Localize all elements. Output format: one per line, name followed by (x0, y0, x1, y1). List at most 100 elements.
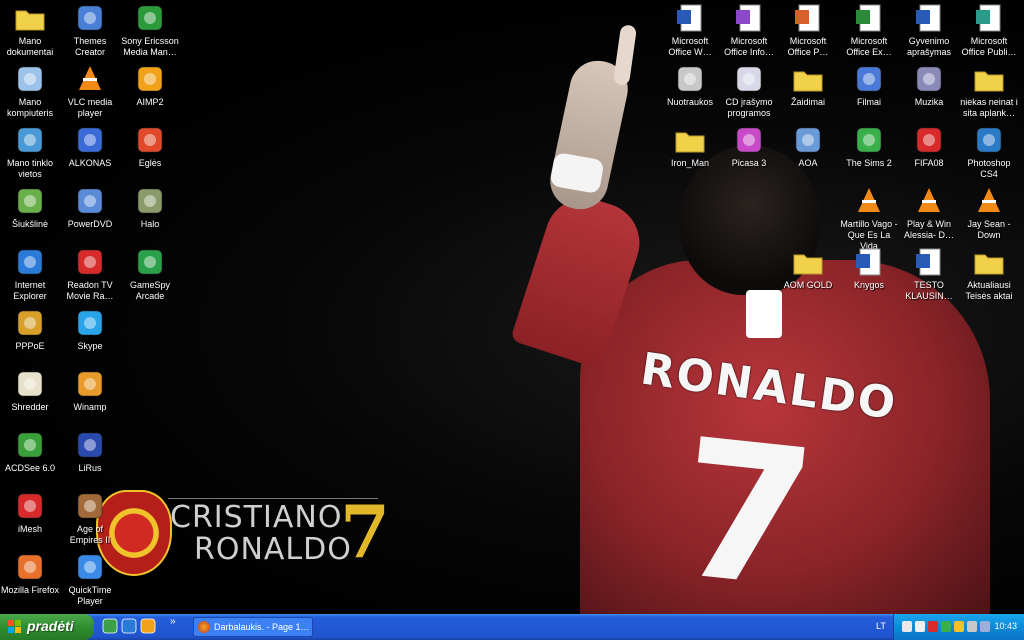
desktop-icon[interactable]: Knygos (839, 246, 899, 291)
desktop-icon[interactable]: Internet Explorer (0, 246, 60, 302)
desktop-icon[interactable]: TESTO KLAUSIN… (899, 246, 959, 302)
desktop-icon[interactable]: LiRus (60, 429, 120, 474)
desktop-icon[interactable]: Halo (120, 185, 180, 230)
desktop-icon[interactable]: Martillo Vago - Que Es La Vida (839, 185, 899, 252)
desktop-icon[interactable]: Mozilla Firefox (0, 551, 60, 596)
desktop-icon[interactable]: The Sims 2 (839, 124, 899, 169)
display-icon[interactable] (967, 621, 977, 632)
desktop[interactable]: RONALDO 7 CRISTIANO RONALDO 7 Mano dokum… (0, 0, 1024, 614)
desktop-icon[interactable]: Nuotraukos (660, 63, 720, 108)
desktop-icon[interactable]: Jay Sean - Down (959, 185, 1019, 241)
desktop-icon[interactable]: Photoshop CS4 (959, 124, 1019, 180)
gamespy-icon (134, 246, 166, 278)
desktop-icon[interactable]: Aktualiausi Teisės aktai (959, 246, 1019, 302)
desktop-icon[interactable]: Iron_Man (660, 124, 720, 169)
update-icon[interactable] (954, 621, 964, 632)
desktop-icon[interactable]: ACDSee 6.0 (0, 429, 60, 474)
desktop-icon[interactable]: Winamp (60, 368, 120, 413)
desktop-icon[interactable]: QuickTime Player (60, 551, 120, 607)
desktop-icon[interactable]: Filmai (839, 63, 899, 108)
camera-icon (674, 63, 706, 95)
desktop-icon[interactable]: Žaidimai (778, 63, 838, 108)
folder-icon (792, 63, 824, 95)
powerdvd-icon (74, 185, 106, 217)
desktop-icon[interactable]: Sony Ericsson Media Man… (120, 2, 180, 58)
desktop-icon[interactable]: niekas neinat i sita aplank… (959, 63, 1019, 119)
desktop-icon[interactable]: Gyvenimo aprašymas (899, 2, 959, 58)
word-document-icon (913, 2, 945, 34)
desktop-icon[interactable]: Shredder (0, 368, 60, 413)
desktop-icon[interactable]: VLC media player (60, 63, 120, 119)
quick-launch-more-button[interactable]: » (170, 616, 176, 627)
security-icon[interactable] (928, 621, 938, 632)
desktop-icon[interactable]: Skype (60, 307, 120, 352)
desktop-icon-label: GameSpy Arcade (129, 280, 171, 301)
desktop-icon[interactable]: Mano kompiuteris (0, 63, 60, 119)
desktop-icon-label: Muzika (914, 97, 944, 107)
desktop-icon-label: Age of Empires II (69, 524, 111, 545)
internet-explorer-icon[interactable] (121, 618, 137, 636)
desktop-icon[interactable]: Readon TV Movie Ra… (60, 246, 120, 302)
desktop-icon-label: AOA (798, 158, 818, 168)
desktop-icon[interactable]: Eglės (120, 124, 180, 169)
language-indicator[interactable]: LT (876, 621, 886, 631)
desktop-icon[interactable]: Microsoft Office Ex… (839, 2, 899, 58)
winamp-icon (74, 368, 106, 400)
desktop-icon[interactable]: Microsoft Office P… (778, 2, 838, 58)
acdsee-eye-icon (14, 429, 46, 461)
desktop-icon[interactable]: Šiukšlinė (0, 185, 60, 230)
aoa-icon (792, 124, 824, 156)
taskbar: pradėti » Darbalaukis. - Page 1… LT 10:4… (0, 614, 1024, 640)
desktop-icon[interactable]: Mano dokumentai (0, 2, 60, 58)
aimp-icon (134, 63, 166, 95)
desktop-icon[interactable] (102, 618, 118, 636)
ms-word-icon (674, 2, 706, 34)
usb-icon[interactable] (980, 621, 990, 632)
clock[interactable]: 10:43 (994, 621, 1017, 631)
desktop-icon[interactable]: AIMP2 (120, 63, 180, 108)
sony-ericsson-icon (134, 2, 166, 34)
desktop-icon[interactable]: Age of Empires II (60, 490, 120, 546)
desktop-icon[interactable]: PowerDVD (60, 185, 120, 230)
desktop-icon[interactable]: AOM GOLD (778, 246, 838, 291)
network-icon[interactable] (902, 621, 912, 632)
desktop-icon[interactable]: iMesh (0, 490, 60, 535)
desktop-icon[interactable]: Mano tinklo vietos (0, 124, 60, 180)
messenger-icon[interactable] (941, 621, 951, 632)
aimp-icon[interactable] (140, 618, 156, 636)
desktop-icon[interactable]: Picasa 3 (719, 124, 779, 169)
wallpaper-first-name: CRISTIANO (170, 500, 343, 535)
desktop-icon[interactable]: AOA (778, 124, 838, 169)
desktop-icon[interactable]: Muzika (899, 63, 959, 108)
desktop-icon-label: Microsoft Office P… (787, 36, 829, 57)
folder-icon (973, 63, 1005, 95)
desktop-icon-label: Šiukšlinė (11, 219, 49, 229)
desktop-icon[interactable]: Microsoft Office Publi… (959, 2, 1019, 58)
imesh-icon (14, 490, 46, 522)
word-document-icon (853, 246, 885, 278)
pppoe-icon (14, 307, 46, 339)
desktop-icon-label: Microsoft Office Info… (724, 36, 774, 57)
desktop-icon[interactable]: Microsoft Office Info… (719, 2, 779, 58)
desktop-icon[interactable]: CD įrašymo programos (719, 63, 779, 119)
fifa-icon (913, 124, 945, 156)
volume-icon[interactable] (915, 621, 925, 632)
desktop-icon[interactable]: ALKONAS (60, 124, 120, 169)
photoshop-icon (973, 124, 1005, 156)
lirus-icon (74, 429, 106, 461)
desktop-icon[interactable]: Themes Creator (60, 2, 120, 58)
desktop-icon[interactable]: PPPoE (0, 307, 60, 352)
desktop-icon-label: Shredder (11, 402, 49, 412)
start-button[interactable]: pradėti (0, 614, 94, 640)
taskbar-window-button[interactable]: Darbalaukis. - Page 1… (193, 617, 313, 637)
desktop-icon-label: Picasa 3 (731, 158, 767, 168)
desktop-icon-label: Aktualiausi Teisės aktai (965, 280, 1013, 301)
desktop-icon[interactable]: Microsoft Office W… (660, 2, 720, 58)
desktop-icon-label: Themes Creator (73, 36, 107, 57)
desktop-icon-label: Mano dokumentai (6, 36, 54, 57)
desktop-icon[interactable]: FIFA08 (899, 124, 959, 169)
firefox-icon (198, 621, 210, 633)
desktop-icon[interactable]: GameSpy Arcade (120, 246, 180, 302)
desktop-icon[interactable]: Play & Win Alessia- D… (899, 185, 959, 241)
desktop-icon-label: Microsoft Office W… (668, 36, 712, 57)
